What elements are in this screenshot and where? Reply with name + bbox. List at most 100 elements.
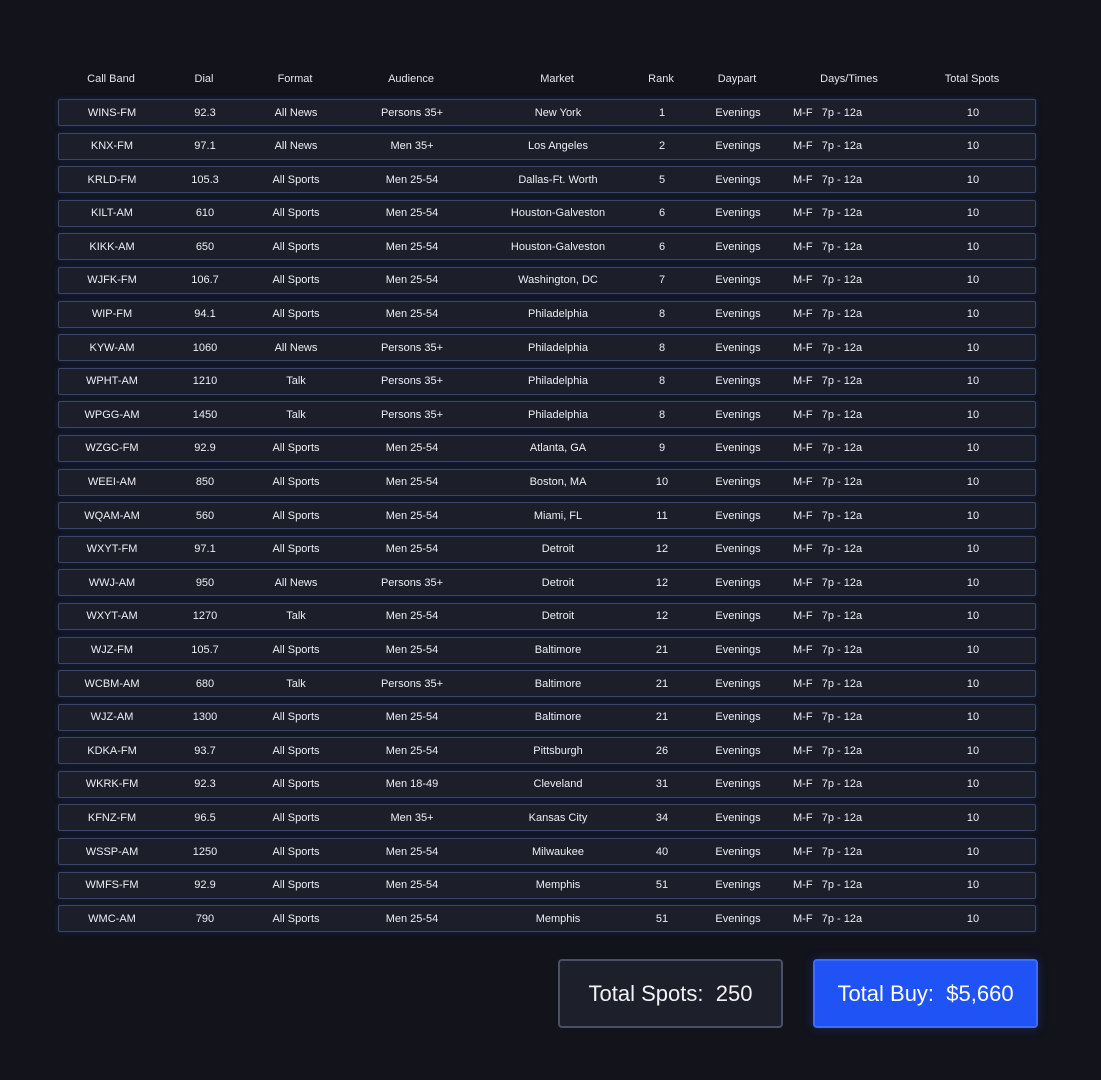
cell-format: All Sports xyxy=(272,778,320,791)
cell-call-band: WIP-FM xyxy=(91,308,133,321)
cell-days-times: M-F 7p - 12a xyxy=(793,207,863,220)
table-row[interactable]: KDKA-FM 93.7 All Sports Men 25-54 Pittsburgh… xyxy=(58,737,1036,765)
header-dial: Dial xyxy=(194,73,214,85)
table-row[interactable]: WIP-FM 94.1 All Sports Men 25-54 Philadelphi… xyxy=(58,300,1036,328)
cell-format: Talk xyxy=(286,677,306,690)
cell-days-times: M-F 7p - 12a xyxy=(793,543,863,556)
cell-rank: 12 xyxy=(655,543,669,556)
cell-daypart: Evenings xyxy=(715,811,761,824)
cell-format: Talk xyxy=(286,408,306,421)
cell-days-times: M-F 7p - 12a xyxy=(793,778,863,791)
cell-total-spots: 10 xyxy=(966,711,980,724)
cell-rank: 6 xyxy=(658,207,666,220)
table-row[interactable]: KFNZ-FM 96.5 All Sports Men 35+ Kansas City 3… xyxy=(58,804,1036,832)
cell-call-band: WJZ-AM xyxy=(90,711,134,724)
table-row[interactable]: KILT-AM 610 All Sports Men 25-54 Houston-Gal… xyxy=(58,199,1036,227)
cell-dial: 97.1 xyxy=(194,140,216,153)
cell-rank: 2 xyxy=(658,140,666,153)
cell-rank: 1 xyxy=(658,106,666,119)
table-row[interactable]: KNX-FM 97.1 All News Men 35+ Los Angeles 2 Eve… xyxy=(58,132,1036,160)
cell-days-times: M-F 7p - 12a xyxy=(793,106,863,119)
cell-audience: Men 25-54 xyxy=(385,845,439,858)
cell-days-times: M-F 7p - 12a xyxy=(793,711,863,724)
cell-daypart: Evenings xyxy=(715,140,761,153)
cell-daypart: Evenings xyxy=(715,778,761,791)
cell-total-spots: 10 xyxy=(966,509,980,522)
table-row[interactable]: WCBM-AM 680 Talk Persons 35+ Baltimore 21 Even… xyxy=(58,670,1036,698)
cell-call-band: KRLD-FM xyxy=(87,173,137,186)
table-row[interactable]: WXYT-FM 97.1 All Sports Men 25-54 Detroit 12 E… xyxy=(58,535,1036,563)
cell-rank: 6 xyxy=(658,240,666,253)
cell-dial: 1300 xyxy=(192,711,218,724)
cell-daypart: Evenings xyxy=(715,677,761,690)
table-row[interactable]: WJZ-AM 1300 All Sports Men 25-54 Baltimore 21… xyxy=(58,703,1036,731)
cell-call-band: KIKK-AM xyxy=(89,240,135,253)
cell-audience: Persons 35+ xyxy=(380,341,444,354)
cell-dial: 1270 xyxy=(192,610,218,623)
cell-total-spots: 10 xyxy=(966,744,980,757)
cell-rank: 26 xyxy=(655,744,669,757)
cell-format: All Sports xyxy=(272,173,320,186)
cell-market: Los Angeles xyxy=(528,140,588,153)
cell-format: All News xyxy=(274,140,318,153)
cell-audience: Men 25-54 xyxy=(385,543,439,556)
table-row[interactable]: WMC-AM 790 All Sports Men 25-54 Memphis 51 Eve… xyxy=(58,905,1036,933)
cell-audience: Men 35+ xyxy=(390,140,434,153)
cell-call-band: WPGG-AM xyxy=(84,408,140,421)
table-row[interactable]: WZGC-FM 92.9 All Sports Men 25-54 Atlanta, G… xyxy=(58,434,1036,462)
cell-total-spots: 10 xyxy=(966,644,980,656)
cell-dial: 93.7 xyxy=(194,744,216,757)
table-row[interactable]: WEEI-AM 850 All Sports Men 25-54 Boston, MA 1… xyxy=(58,468,1036,496)
cell-audience: Men 25-54 xyxy=(385,476,439,489)
cell-format: All News xyxy=(274,341,318,354)
cell-market: Philadelphia xyxy=(528,408,588,421)
cell-daypart: Evenings xyxy=(715,644,761,656)
table-row[interactable]: WJZ-FM 105.7 All Sports Men 25-54 Baltimore 2… xyxy=(58,636,1036,664)
table-row[interactable]: WXYT-AM 1270 Talk Men 25-54 Detroit 12 Evening… xyxy=(58,602,1036,630)
cell-format: All Sports xyxy=(272,711,320,724)
table-row[interactable]: WMFS-FM 92.9 All Sports Men 25-54 Memphis 51 E… xyxy=(58,871,1036,899)
cell-format: All Sports xyxy=(272,644,320,656)
cell-audience: Men 25-54 xyxy=(385,744,439,757)
cell-rank: 8 xyxy=(658,408,666,421)
cell-call-band: WKRK-FM xyxy=(85,778,139,791)
cell-daypart: Evenings xyxy=(715,375,761,388)
table-row[interactable]: WSSP-AM 1250 All Sports Men 25-54 Milwaukee 4… xyxy=(58,838,1036,866)
cell-market: Pittsburgh xyxy=(533,744,583,757)
cell-rank: 11 xyxy=(656,509,668,522)
table-row[interactable]: WJFK-FM 106.7 All Sports Men 25-54 Washingto… xyxy=(58,266,1036,294)
table-row[interactable]: KYW-AM 1060 All News Persons 35+ Philadelphi… xyxy=(58,334,1036,362)
cell-audience: Men 25-54 xyxy=(385,308,439,321)
cell-daypart: Evenings xyxy=(715,576,761,589)
table-row[interactable]: KRLD-FM 105.3 All Sports Men 25-54 Dallas-Ft… xyxy=(58,166,1036,194)
table-row[interactable]: WWJ-AM 950 All News Persons 35+ Detroit 12 Eve… xyxy=(58,569,1036,597)
station-table-body: WINS-FM 92.3 All News Persons 35+ New York 1 E… xyxy=(58,99,1036,939)
cell-call-band: WSSP-AM xyxy=(85,845,139,858)
cell-format: All Sports xyxy=(272,476,320,489)
cell-dial: 97.1 xyxy=(194,543,216,556)
cell-format: All Sports xyxy=(272,207,320,220)
cell-call-band: WWJ-AM xyxy=(88,576,136,589)
table-row[interactable]: WPHT-AM 1210 Talk Persons 35+ Philadelphia 8 E… xyxy=(58,367,1036,395)
cell-market: Baltimore xyxy=(534,644,582,656)
cell-daypart: Evenings xyxy=(715,408,761,421)
cell-dial: 1210 xyxy=(192,375,218,388)
cell-daypart: Evenings xyxy=(715,442,761,455)
total-buy-button[interactable]: Total Buy: $5,660 xyxy=(813,959,1038,1028)
table-row[interactable]: WKRK-FM 92.3 All Sports Men 18-49 Cleveland 3… xyxy=(58,770,1036,798)
table-row[interactable]: WQAM-AM 560 All Sports Men 25-54 Miami, FL 11… xyxy=(58,502,1036,530)
cell-total-spots: 10 xyxy=(966,912,980,925)
table-row[interactable]: WINS-FM 92.3 All News Persons 35+ New York 1 E… xyxy=(58,99,1036,126)
cell-market: Baltimore xyxy=(534,711,582,724)
table-row[interactable]: KIKK-AM 650 All Sports Men 25-54 Houston-Gal… xyxy=(58,233,1036,261)
cell-dial: 92.3 xyxy=(194,778,216,791)
cell-daypart: Evenings xyxy=(715,308,761,321)
cell-days-times: M-F 7p - 12a xyxy=(793,845,863,858)
cell-audience: Men 25-54 xyxy=(385,610,439,623)
cell-market: Memphis xyxy=(535,912,581,925)
header-daypart: Daypart xyxy=(717,73,757,85)
cell-daypart: Evenings xyxy=(715,744,761,757)
cell-market: Detroit xyxy=(541,543,575,556)
table-row[interactable]: WPGG-AM 1450 Talk Persons 35+ Philadelphia 8 E… xyxy=(58,401,1036,429)
cell-market: Kansas City xyxy=(528,811,588,824)
